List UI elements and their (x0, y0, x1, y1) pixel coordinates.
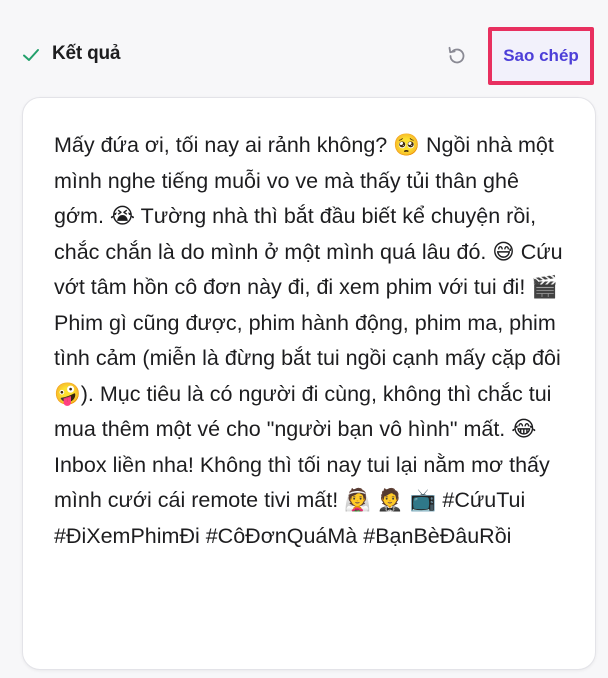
copy-button-label: Sao chép (503, 46, 579, 65)
result-card: Mấy đứa ơi, tối nay ai rảnh không? 🥺 Ngồ… (22, 97, 596, 670)
copy-button[interactable]: Sao chép (488, 27, 594, 85)
check-icon (23, 49, 39, 61)
result-text: Mấy đứa ơi, tối nay ai rảnh không? 🥺 Ngồ… (54, 133, 569, 548)
result-header: Kết quả Sao chép (0, 0, 608, 96)
refresh-icon[interactable] (445, 44, 469, 68)
result-title: Kết quả (52, 43, 121, 64)
